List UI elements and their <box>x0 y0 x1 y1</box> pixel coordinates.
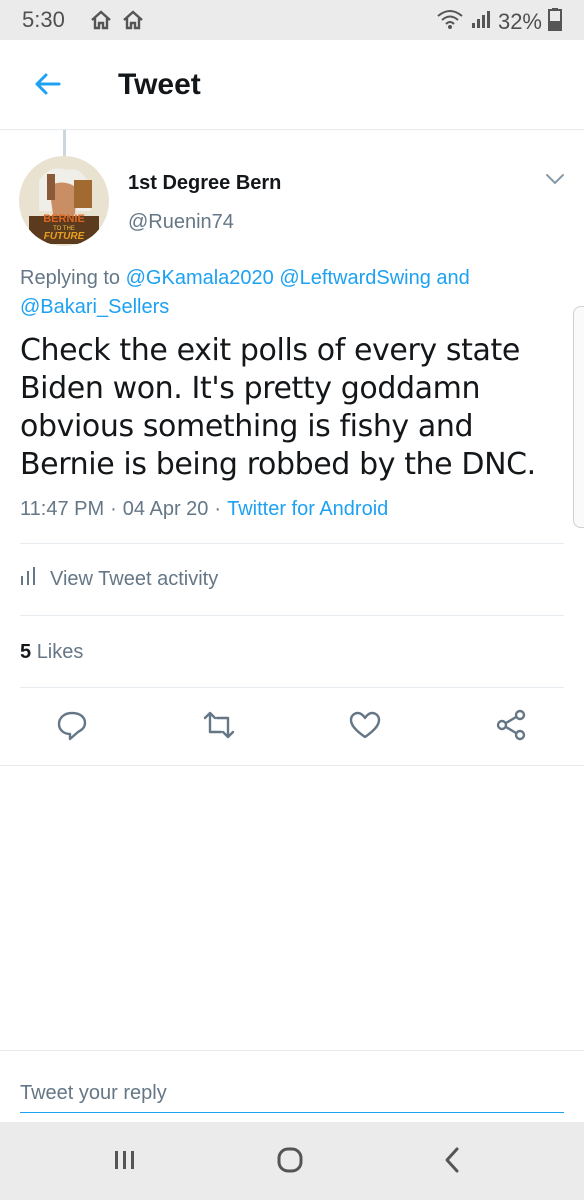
status-time: 5:30 <box>22 7 65 32</box>
tweet-text: Check the exit polls of every state Bide… <box>20 333 536 482</box>
retweet-button[interactable] <box>202 710 236 744</box>
retweet-icon <box>201 710 237 745</box>
system-nav-bar <box>0 1122 584 1200</box>
divider <box>0 765 584 766</box>
author-handle[interactable]: @Ruenin74 <box>128 211 234 234</box>
app-header: Tweet <box>0 40 584 130</box>
likes-label: Likes <box>36 641 84 663</box>
scrollbar[interactable] <box>573 306 584 528</box>
tweet-meta: 11:47 PM · 04 Apr 20 · Twitter for Android <box>20 498 388 521</box>
view-tweet-activity-button[interactable]: View Tweet activity <box>20 566 218 592</box>
activity-label: View Tweet activity <box>50 567 219 590</box>
back-button[interactable] <box>22 64 72 108</box>
recent-apps-button[interactable] <box>105 1146 145 1178</box>
share-icon <box>495 709 527 746</box>
page-title: Tweet <box>118 68 201 101</box>
status-bar: 5:30 32% <box>0 0 584 40</box>
reply-button[interactable] <box>55 710 89 744</box>
divider <box>20 687 564 688</box>
meta-separator: · <box>110 498 117 520</box>
avatar-text-future: FUTURE <box>44 231 85 242</box>
mention-link[interactable]: @GKamala2020 <box>126 267 274 289</box>
home-icon <box>90 9 112 31</box>
replying-to: Replying to @GKamala2020 @LeftwardSwing … <box>20 264 560 322</box>
mention-link[interactable]: @Bakari_Sellers <box>20 296 169 318</box>
battery-percent: 32% <box>497 9 542 34</box>
like-button[interactable] <box>348 710 382 744</box>
share-button[interactable] <box>494 709 528 746</box>
back-nav-button[interactable] <box>432 1146 472 1178</box>
bar-chart-icon <box>20 566 38 592</box>
divider <box>20 615 564 616</box>
home-circle-icon <box>276 1146 304 1179</box>
tweet-client-link[interactable]: Twitter for Android <box>227 498 388 520</box>
like-icon <box>349 710 381 745</box>
author-name[interactable]: 1st Degree Bern <box>128 172 281 195</box>
status-indicators: 32% <box>436 7 562 37</box>
meta-separator: · <box>214 498 222 520</box>
reply-composer <box>0 1050 584 1122</box>
tweet-options-button[interactable] <box>540 170 570 192</box>
reply-input[interactable] <box>20 1075 564 1113</box>
likes-count[interactable]: 5 Likes <box>20 641 83 664</box>
arrow-left-icon <box>33 72 61 101</box>
avatar-text-bernie: BERNIE <box>43 213 85 225</box>
thread-connector-line <box>63 130 66 156</box>
replying-prefix: Replying to <box>20 267 121 289</box>
likes-number: 5 <box>20 641 32 663</box>
signal-icon <box>470 8 492 36</box>
avatar[interactable]: BERNIE TO THE FUTURE <box>19 156 109 246</box>
reply-icon <box>56 709 88 746</box>
home-icon <box>122 9 144 31</box>
tweet-date: 04 Apr 20 <box>122 498 209 520</box>
home-button[interactable] <box>270 1146 310 1178</box>
chevron-left-icon <box>442 1146 462 1179</box>
recent-apps-icon <box>112 1147 138 1178</box>
wifi-icon <box>436 8 464 36</box>
tweet-time: 11:47 PM <box>20 498 105 520</box>
replying-and[interactable]: and <box>436 267 469 289</box>
mention-link[interactable]: @LeftwardSwing <box>279 267 430 289</box>
battery-icon <box>548 7 562 37</box>
divider <box>20 543 564 544</box>
chevron-down-icon <box>544 172 566 191</box>
